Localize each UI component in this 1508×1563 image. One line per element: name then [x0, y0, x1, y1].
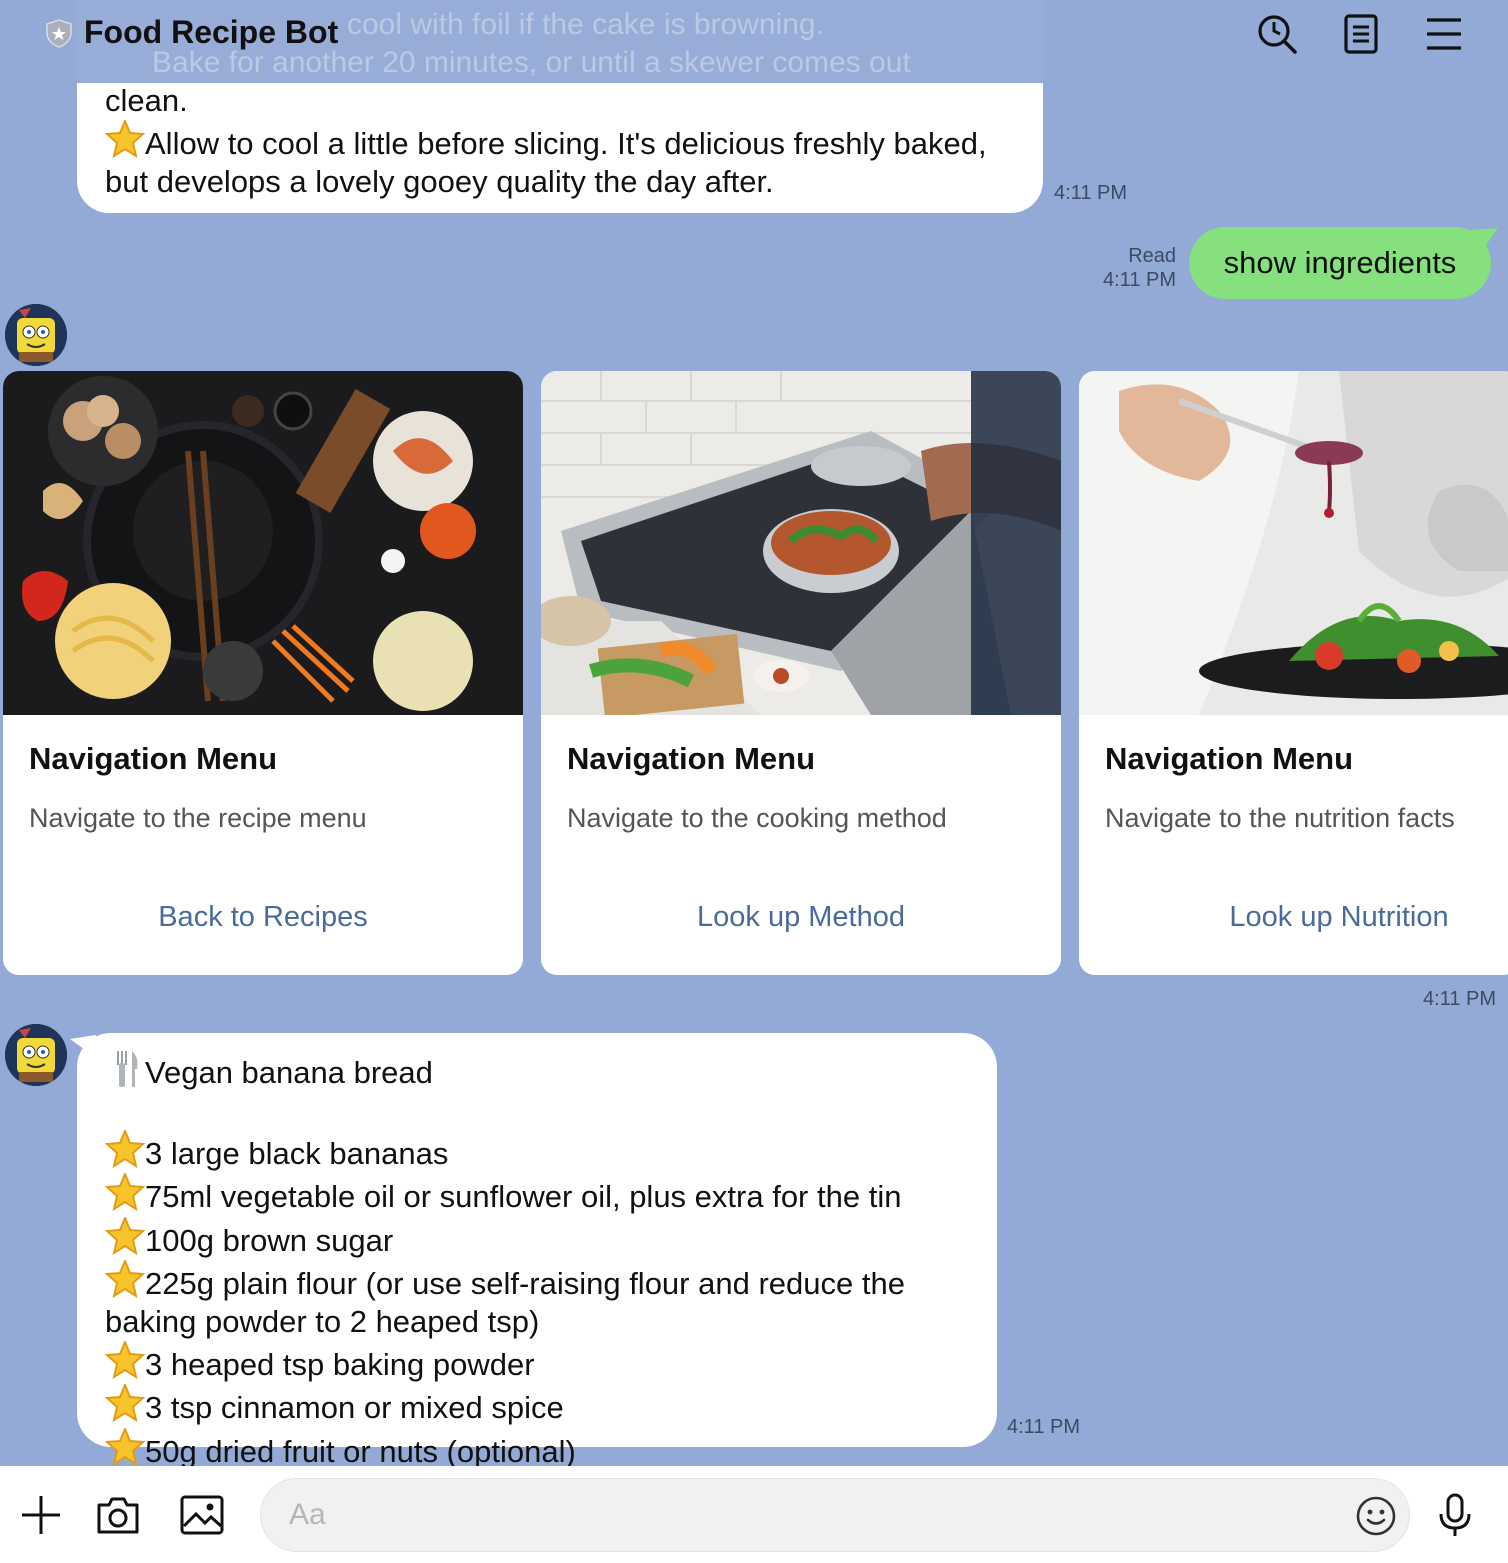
card-description: Navigate to the cooking method [567, 803, 947, 833]
star-emoji-icon [105, 1384, 145, 1423]
card-title: Navigation Menu [29, 741, 278, 776]
ingredient-text: 75ml vegetable oil or sunflower oil, plu… [145, 1179, 902, 1215]
ingredient-item: 75ml vegetable oil or sunflower oil, plu… [105, 1173, 985, 1216]
message-line: clean. [105, 83, 188, 118]
image-icon[interactable] [179, 1492, 225, 1538]
star-emoji-icon [105, 1427, 145, 1466]
read-receipt: Read 4:11 PM [1090, 244, 1176, 292]
back-to-recipes-button[interactable]: Back to Recipes [3, 901, 523, 934]
ingredient-text: 100g brown sugar [145, 1222, 394, 1258]
fork-knife-icon [105, 1049, 145, 1089]
read-label: Read [1128, 245, 1176, 267]
message-input[interactable] [289, 1479, 1349, 1551]
chat-title: Food Recipe Bot [84, 14, 339, 50]
message-time: 4:11 PM [1103, 269, 1176, 291]
plus-icon[interactable] [18, 1492, 64, 1538]
look-up-nutrition-button[interactable]: Look up Nutrition [1079, 901, 1508, 934]
microphone-icon[interactable] [1432, 1492, 1478, 1538]
card-title: Navigation Menu [1105, 741, 1354, 776]
user-message[interactable]: show ingredients [1189, 227, 1491, 299]
camera-icon[interactable] [95, 1492, 141, 1538]
message-time: 4:11 PM [1054, 182, 1127, 204]
chat-header: Food Recipe Bot [0, 0, 1508, 70]
card-description: Navigate to the recipe menu [29, 803, 367, 833]
ingredient-text: 3 large black bananas [145, 1136, 449, 1172]
star-emoji-icon [105, 120, 145, 158]
menu-icon[interactable] [1422, 12, 1466, 56]
ingredient-item: 3 tsp cinnamon or mixed spice [105, 1384, 985, 1427]
recipe-title: Vegan banana bread [145, 1055, 433, 1090]
message-text: clean. Allow to cool a little before sli… [105, 82, 1025, 201]
ingredient-list: 3 large black bananas 75ml vegetable oil … [105, 1130, 985, 1471]
bot-message-ingredients: Vegan banana bread 3 large black bananas… [77, 1033, 997, 1469]
message-line: Vegan banana bread [105, 1049, 985, 1092]
notes-icon[interactable] [1339, 12, 1383, 56]
bot-avatar[interactable] [5, 304, 67, 366]
chef-plating-photo [1079, 371, 1508, 715]
message-time: 4:11 PM [1423, 988, 1496, 1010]
message-line: Allow to cool a little before slicing. I… [105, 120, 1025, 201]
ingredient-item: 3 heaped tsp baking powder [105, 1341, 985, 1384]
message-line-text: Allow to cool a little before slicing. I… [105, 126, 987, 199]
search-icon[interactable] [1255, 12, 1299, 56]
ingredient-item: 225g plain flour (or use self-raising fl… [105, 1259, 985, 1341]
ingredient-item: 100g brown sugar [105, 1216, 985, 1260]
stove-cooking-photo [541, 371, 1061, 715]
emoji-icon[interactable] [1355, 1495, 1397, 1537]
ingredient-item: 50g dried fruit or nuts (optional) [105, 1427, 985, 1471]
message-input-bar [0, 1466, 1508, 1563]
bot-avatar[interactable] [5, 1024, 67, 1086]
star-emoji-icon [105, 1173, 145, 1212]
star-emoji-icon [105, 1341, 145, 1380]
card-title: Navigation Menu [567, 741, 816, 776]
carousel-card-nutrition: Navigation Menu Navigate to the nutritio… [1079, 371, 1508, 975]
shield-badge-icon [44, 18, 74, 48]
ingredient-text: 225g plain flour (or use self-raising fl… [105, 1265, 905, 1340]
ingredient-text: 50g dried fruit or nuts (optional) [145, 1433, 576, 1469]
star-emoji-icon [105, 1259, 145, 1298]
look-up-method-button[interactable]: Look up Method [541, 901, 1061, 934]
ingredient-text: 3 heaped tsp baking powder [145, 1347, 535, 1383]
message-time: 4:11 PM [1007, 1416, 1080, 1438]
carousel-card-method: Navigation Menu Navigate to the cooking … [541, 371, 1061, 975]
star-emoji-icon [105, 1216, 145, 1255]
wok-ingredients-photo [3, 371, 523, 715]
message-field[interactable] [260, 1478, 1410, 1552]
ingredient-text: 3 tsp cinnamon or mixed spice [145, 1390, 564, 1426]
star-emoji-icon [105, 1130, 145, 1169]
ingredient-item: 3 large black bananas [105, 1130, 985, 1173]
card-description: Navigate to the nutrition facts [1105, 803, 1455, 833]
message-text: Vegan banana bread 3 large black bananas… [105, 1049, 985, 1471]
carousel-card-recipes: Navigation Menu Navigate to the recipe m… [3, 371, 523, 975]
